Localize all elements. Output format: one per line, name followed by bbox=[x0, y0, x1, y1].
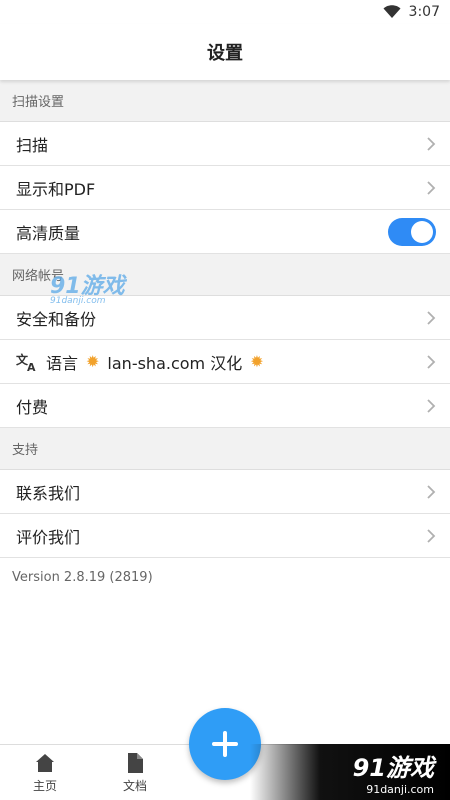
settings-item-language[interactable]: 文 A 语言 ✹ lan-sha.com 汉化 ✹ bbox=[0, 340, 450, 384]
settings-item-label: 评价我们 bbox=[16, 527, 81, 547]
watermark-brand: 91游戏 bbox=[352, 754, 434, 782]
wifi-icon bbox=[383, 5, 401, 18]
settings-item-rate-us[interactable]: 评价我们 bbox=[0, 514, 450, 558]
app-header: 设置 bbox=[0, 24, 450, 80]
settings-list: 扫描设置 扫描 显示和PDF 高清质量 网络帐号 安全和备份 文 A 语言 ✹ … bbox=[0, 80, 450, 597]
svg-text:A: A bbox=[27, 361, 36, 372]
settings-item-label: 高清质量 bbox=[16, 223, 81, 243]
nav-label-docs: 文档 bbox=[122, 778, 147, 793]
localization-credit: lan-sha.com 汉化 bbox=[107, 353, 243, 373]
version-text: Version 2.8.19 (2819) bbox=[0, 558, 450, 597]
settings-item-contact-us[interactable]: 联系我们 bbox=[0, 470, 450, 514]
settings-item-label: 付费 bbox=[16, 397, 49, 417]
settings-item-hd-quality: 高清质量 bbox=[0, 210, 450, 254]
language-label: 语言 bbox=[46, 353, 79, 373]
nav-item-docs[interactable]: 文档 bbox=[90, 752, 180, 794]
status-time: 3:07 bbox=[408, 4, 440, 20]
settings-item-scan[interactable]: 扫描 bbox=[0, 122, 450, 166]
translate-icon: 文 A bbox=[16, 352, 36, 372]
section-header-scan: 扫描设置 bbox=[0, 80, 450, 122]
settings-item-display-pdf[interactable]: 显示和PDF bbox=[0, 166, 450, 210]
watermark-banner: 91游戏 91danji.com bbox=[250, 744, 450, 800]
chevron-right-icon bbox=[427, 310, 436, 325]
settings-item-language-label: 文 A 语言 ✹ lan-sha.com 汉化 ✹ bbox=[16, 350, 264, 374]
chevron-right-icon bbox=[427, 484, 436, 499]
spark-icon: ✹ bbox=[250, 352, 264, 371]
document-icon bbox=[128, 752, 143, 773]
settings-item-label: 显示和PDF bbox=[16, 179, 96, 199]
status-bar: 3:07 bbox=[0, 0, 450, 24]
chevron-right-icon bbox=[427, 136, 436, 151]
settings-item-label: 安全和备份 bbox=[16, 309, 97, 329]
chevron-right-icon bbox=[427, 180, 436, 195]
home-icon bbox=[36, 753, 54, 772]
page-title: 设置 bbox=[207, 43, 243, 64]
plus-icon bbox=[212, 731, 238, 757]
toggle-knob bbox=[411, 220, 433, 243]
watermark-site: 91danji.com bbox=[366, 783, 434, 796]
nav-item-home[interactable]: 主页 bbox=[0, 752, 90, 794]
chevron-right-icon bbox=[427, 528, 436, 543]
watermark-logo: 91游戏 91danji.com bbox=[50, 268, 125, 306]
section-header-support: 支持 bbox=[0, 428, 450, 470]
settings-item-payment[interactable]: 付费 bbox=[0, 384, 450, 428]
settings-item-label: 扫描 bbox=[16, 135, 49, 155]
hd-quality-toggle[interactable] bbox=[388, 217, 436, 246]
spark-icon: ✹ bbox=[86, 352, 100, 371]
chevron-right-icon bbox=[427, 354, 436, 369]
settings-item-label: 联系我们 bbox=[16, 483, 81, 503]
chevron-right-icon bbox=[427, 398, 436, 413]
nav-label-home: 主页 bbox=[32, 778, 57, 793]
